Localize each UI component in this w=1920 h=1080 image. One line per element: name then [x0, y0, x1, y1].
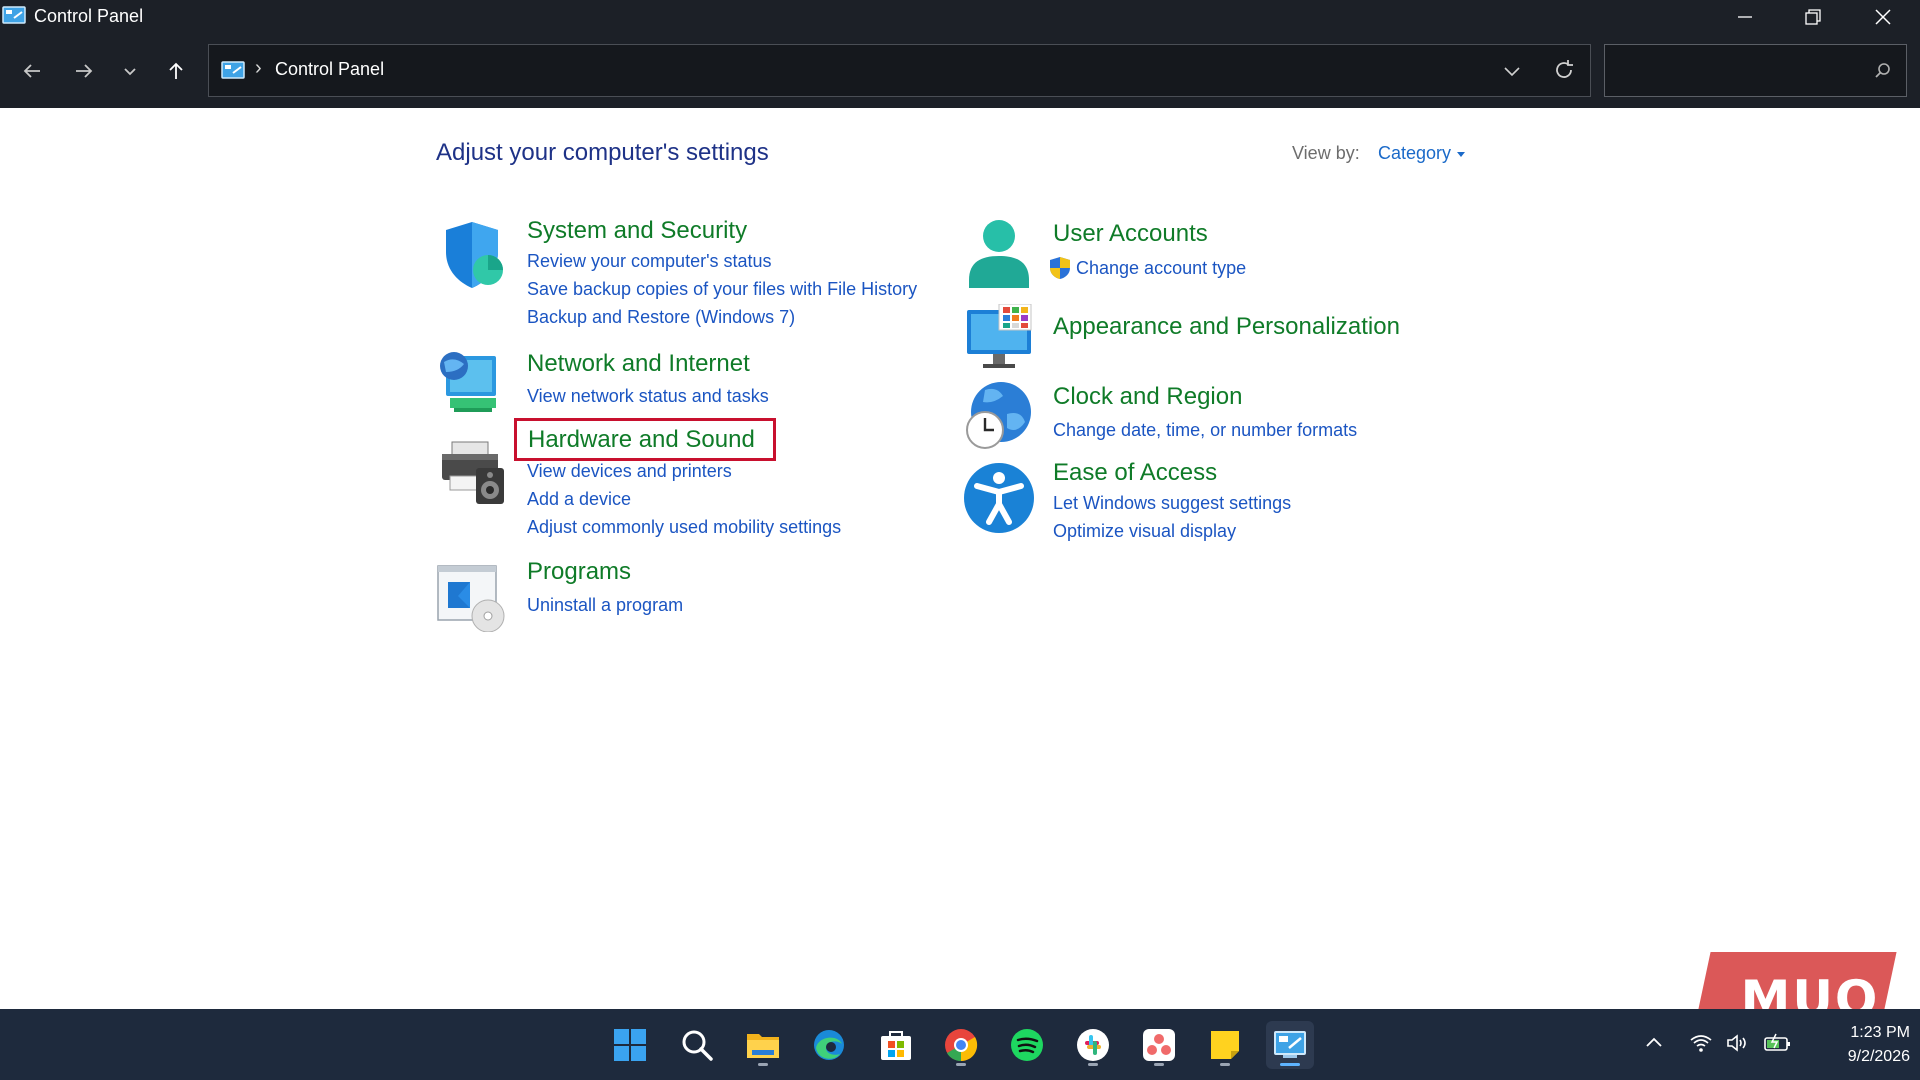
breadcrumb-control-panel[interactable]: Control Panel: [275, 59, 384, 80]
forward-button[interactable]: [66, 56, 102, 86]
breadcrumb-separator: ›: [255, 57, 262, 79]
system-clock[interactable]: 1:23 PM 9/2/2026: [1784, 1021, 1910, 1069]
minimize-icon: [1738, 16, 1752, 18]
link-optimize-display[interactable]: Optimize visual display: [1053, 521, 1236, 542]
file-explorer-button[interactable]: [739, 1021, 787, 1069]
category-clock-region[interactable]: Clock and Region: [1053, 383, 1242, 411]
running-indicator: [1088, 1063, 1098, 1066]
spotify-icon: [1011, 1029, 1043, 1061]
sticky-notes-button[interactable]: [1201, 1021, 1249, 1069]
asana-button[interactable]: [1135, 1021, 1183, 1069]
view-by-label: View by:: [1292, 143, 1360, 163]
globe-clock-icon[interactable]: [963, 380, 1035, 452]
clock-time: 1:23 PM: [1850, 1024, 1910, 1041]
caret-down-icon: [1457, 151, 1466, 157]
link-file-history[interactable]: Save backup copies of your files with Fi…: [527, 279, 917, 300]
monitor-tiles-icon[interactable]: [963, 304, 1035, 376]
chrome-button[interactable]: [937, 1021, 985, 1069]
control-panel-taskbar-button[interactable]: [1266, 1021, 1314, 1069]
spotify-button[interactable]: [1003, 1021, 1051, 1069]
running-indicator: [1220, 1063, 1230, 1066]
start-button[interactable]: [606, 1021, 654, 1069]
running-indicator: [1280, 1063, 1300, 1066]
volume-icon[interactable]: [1726, 1033, 1750, 1053]
chevron-up-icon[interactable]: [1644, 1033, 1664, 1053]
wifi-icon[interactable]: [1690, 1033, 1712, 1053]
view-by-dropdown[interactable]: Category: [1378, 143, 1466, 164]
printer-speaker-icon[interactable]: [436, 436, 508, 508]
network-globe-icon[interactable]: [436, 346, 508, 418]
taskbar-search-button[interactable]: [673, 1021, 721, 1069]
chrome-icon: [945, 1029, 978, 1062]
category-ease-of-access[interactable]: Ease of Access: [1053, 459, 1217, 487]
category-appearance[interactable]: Appearance and Personalization: [1053, 313, 1400, 341]
slack-icon: [1077, 1029, 1109, 1061]
close-button[interactable]: [1848, 0, 1918, 34]
clock-date: 9/2/2026: [1847, 1048, 1910, 1065]
accessibility-icon[interactable]: [963, 462, 1035, 534]
edge-icon: [814, 1030, 844, 1060]
programs-disc-icon[interactable]: [436, 560, 508, 632]
window-title: Control Panel: [34, 6, 144, 26]
running-indicator: [956, 1063, 966, 1066]
asana-icon: [1143, 1029, 1175, 1061]
category-programs[interactable]: Programs: [527, 558, 631, 586]
up-button[interactable]: [158, 56, 194, 86]
sticky-notes-icon: [1211, 1031, 1239, 1059]
shield-icon[interactable]: [436, 218, 508, 290]
user-icon[interactable]: [963, 218, 1035, 290]
control-panel-icon: [2, 6, 26, 24]
chevron-down-icon[interactable]: [1502, 61, 1522, 81]
store-icon: [881, 1031, 911, 1060]
start-icon: [614, 1029, 646, 1061]
link-add-device[interactable]: Add a device: [527, 489, 631, 510]
link-devices-printers[interactable]: View devices and printers: [527, 461, 732, 482]
file-explorer-icon: [747, 1034, 779, 1058]
arrow-right-icon: [76, 64, 93, 78]
restore-icon: [1805, 9, 1821, 25]
arrow-left-icon: [23, 64, 40, 78]
arrow-up-icon: [169, 62, 183, 79]
link-date-time-formats[interactable]: Change date, time, or number formats: [1053, 420, 1357, 441]
link-change-account-type[interactable]: Change account type: [1076, 258, 1246, 279]
control-panel-icon: [1274, 1031, 1306, 1058]
category-hardware-sound[interactable]: Hardware and Sound: [528, 426, 755, 454]
link-network-status[interactable]: View network status and tasks: [527, 386, 769, 407]
uac-shield-icon: [1050, 257, 1070, 279]
search-icon: [1875, 63, 1890, 78]
restore-button[interactable]: [1778, 0, 1848, 34]
running-indicator: [1154, 1063, 1164, 1066]
edge-button[interactable]: [805, 1021, 853, 1069]
taskbar: [0, 1009, 1920, 1080]
back-button[interactable]: [14, 56, 50, 86]
category-network-internet[interactable]: Network and Internet: [527, 350, 750, 378]
category-system-security[interactable]: System and Security: [527, 217, 747, 245]
link-backup-restore[interactable]: Backup and Restore (Windows 7): [527, 307, 795, 328]
control-panel-icon: [221, 61, 245, 79]
link-review-status[interactable]: Review your computer's status: [527, 251, 772, 272]
store-button[interactable]: [872, 1021, 920, 1069]
category-user-accounts[interactable]: User Accounts: [1053, 220, 1208, 248]
page-title: Adjust your computer's settings: [436, 139, 769, 166]
search-icon: [682, 1030, 713, 1061]
link-uninstall-program[interactable]: Uninstall a program: [527, 595, 683, 616]
minimize-button[interactable]: [1710, 0, 1780, 34]
recent-locations-button[interactable]: [112, 56, 148, 86]
slack-button[interactable]: [1069, 1021, 1117, 1069]
search-box[interactable]: [1604, 44, 1907, 97]
link-mobility-settings[interactable]: Adjust commonly used mobility settings: [527, 517, 841, 538]
title-bar: Control Panel: [0, 0, 1920, 34]
address-bar[interactable]: › Control Panel: [208, 44, 1591, 97]
refresh-icon[interactable]: [1552, 58, 1576, 82]
link-suggest-settings[interactable]: Let Windows suggest settings: [1053, 493, 1291, 514]
view-by-value: Category: [1378, 143, 1452, 163]
close-icon: [1875, 9, 1891, 25]
chevron-down-icon: [124, 68, 136, 76]
running-indicator: [758, 1063, 768, 1066]
